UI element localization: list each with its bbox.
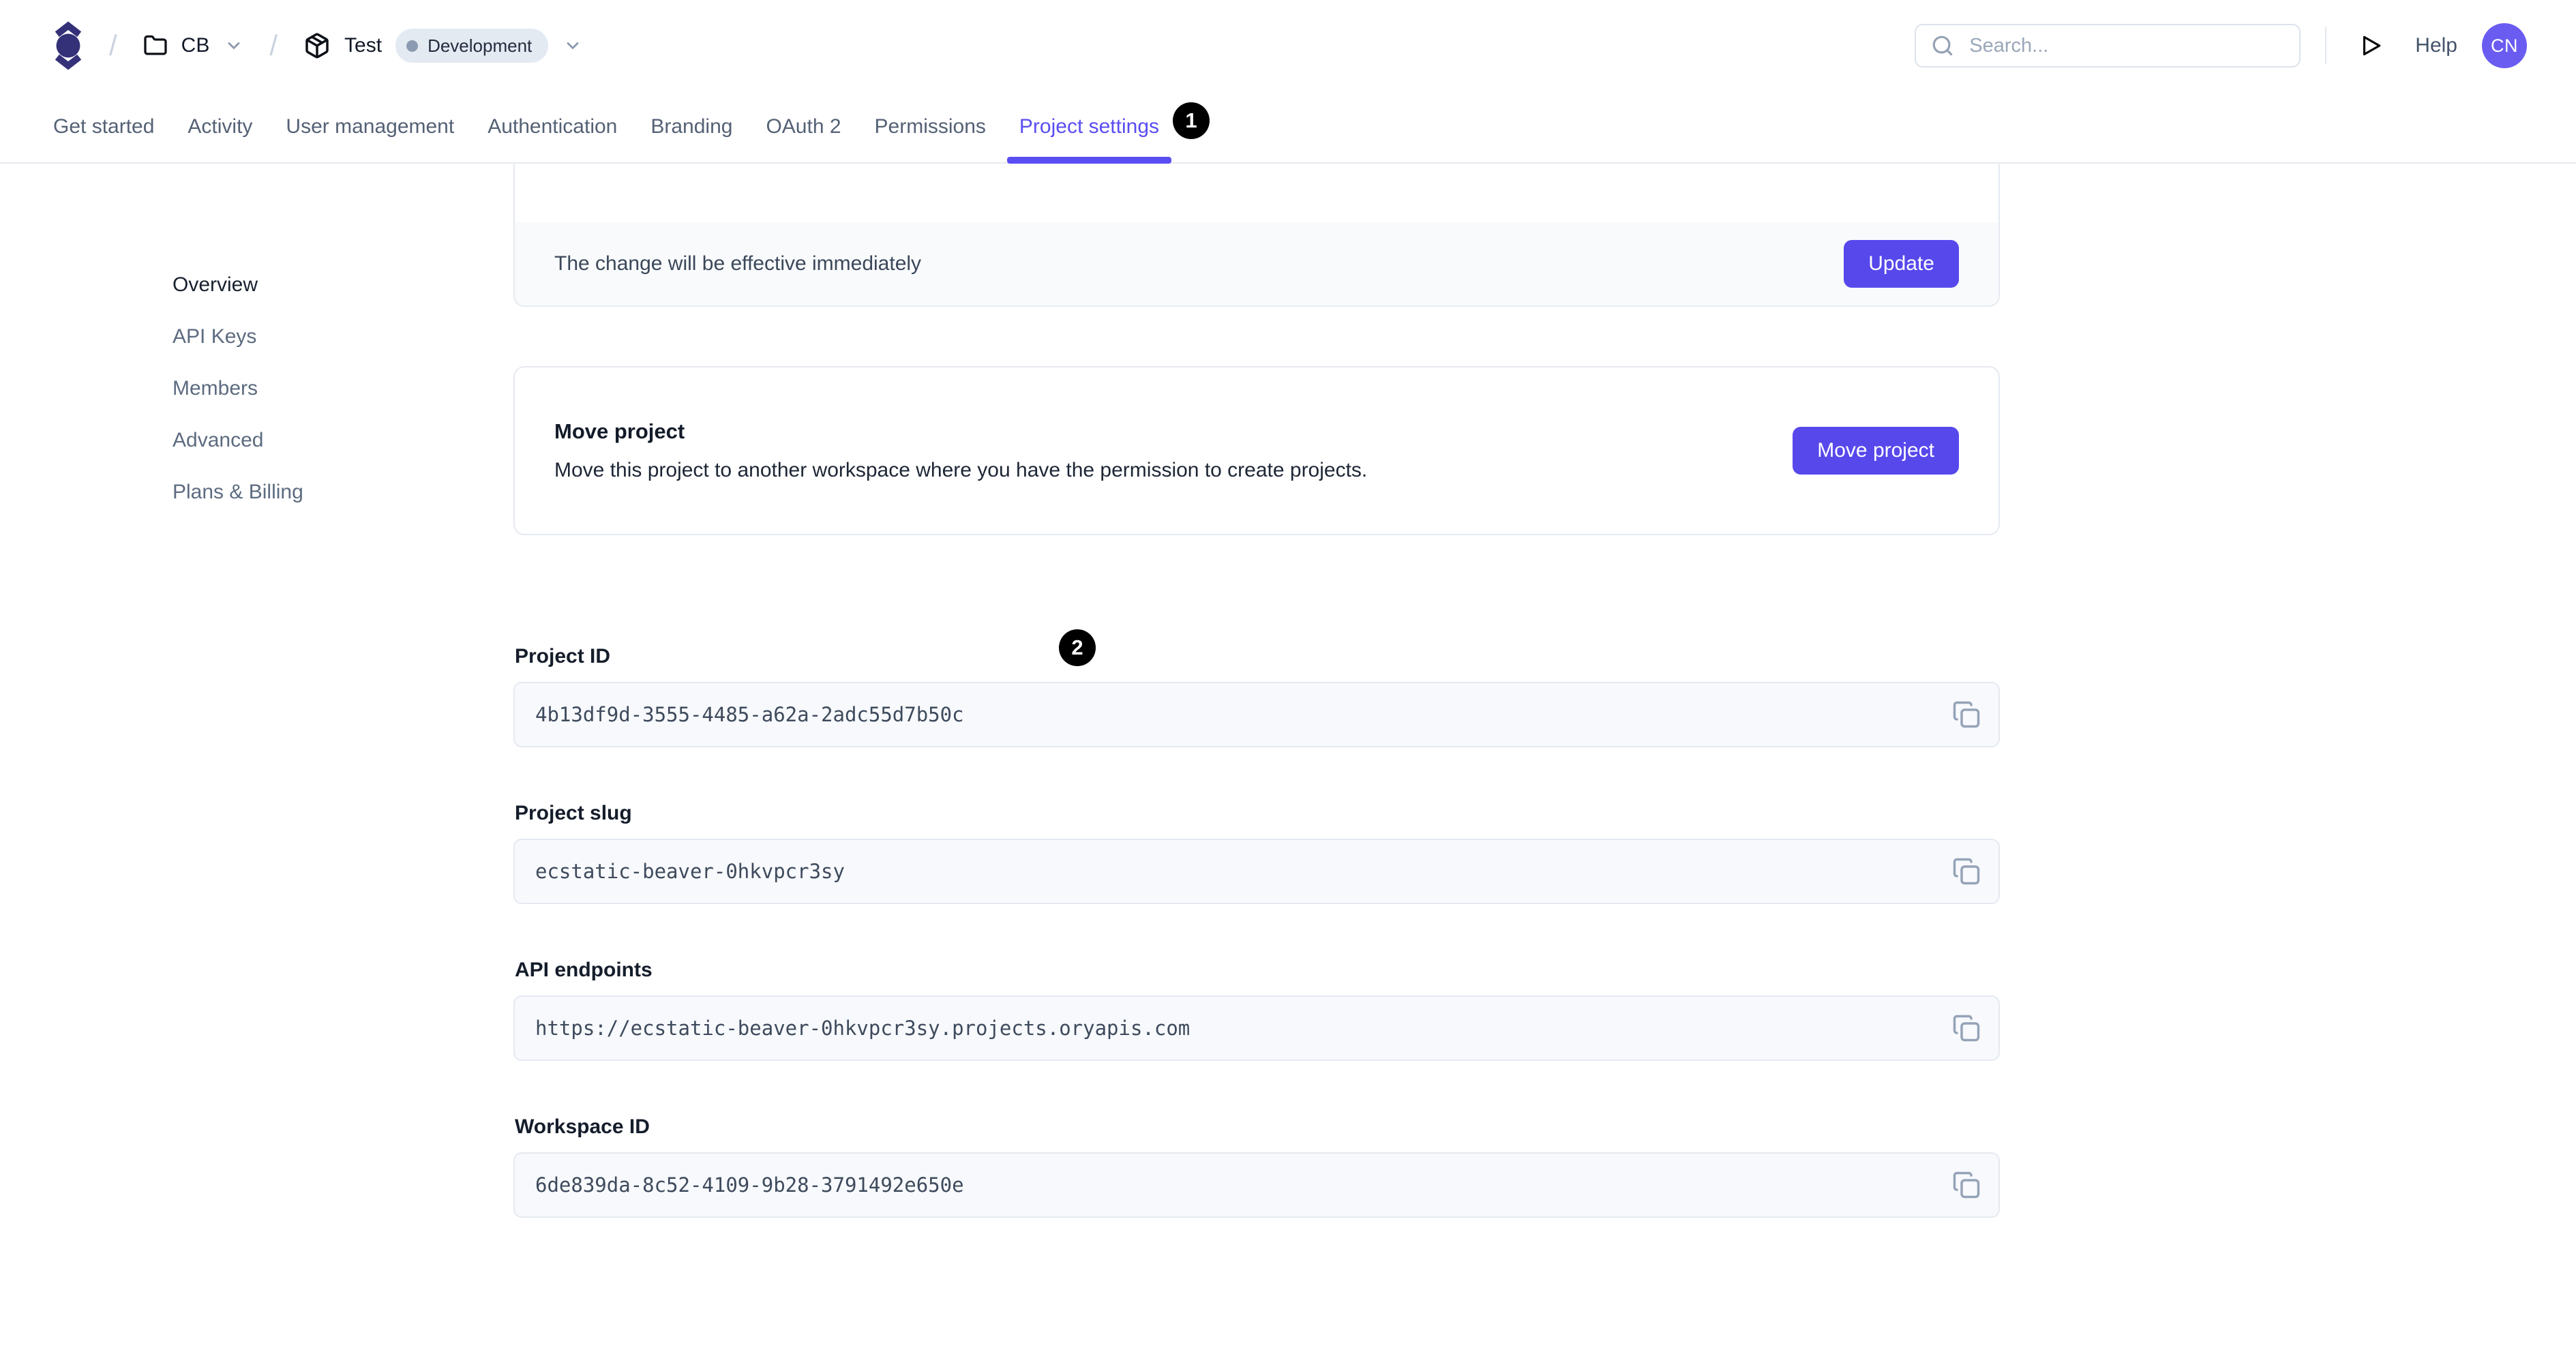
status-dot xyxy=(406,40,419,52)
settings-sidebar: Overview API Keys Members Advanced Plans… xyxy=(173,273,303,504)
folder-icon xyxy=(143,33,168,58)
breadcrumb-workspace[interactable]: CB xyxy=(143,33,244,58)
copy-icon xyxy=(1952,1014,1981,1042)
copy-button[interactable] xyxy=(1947,1008,1986,1048)
project-id-label: Project ID xyxy=(515,645,611,668)
search-icon xyxy=(1931,34,1954,57)
help-link[interactable]: Help xyxy=(2415,34,2457,57)
workspace-id-value: 6de839da-8c52-4109-9b28-3791492e650e xyxy=(535,1173,964,1197)
search-input[interactable] xyxy=(1968,33,2293,58)
breadcrumb-separator: / xyxy=(109,29,117,61)
tab-branding[interactable]: Branding xyxy=(650,91,732,162)
copy-button[interactable] xyxy=(1947,1165,1986,1205)
sidebar-item-advanced[interactable]: Advanced xyxy=(173,428,303,452)
tab-project-settings[interactable]: Project settings 1 xyxy=(1006,91,1210,164)
avatar[interactable]: CN xyxy=(2482,23,2527,68)
breadcrumb-project[interactable]: Test Development xyxy=(303,29,582,63)
top-header: / CB / Test Development Search... Help C… xyxy=(0,0,2576,91)
workspace-id-section: Workspace ID 6de839da-8c52-4109-9b28-379… xyxy=(513,1115,2000,1218)
project-nav-tabs: Get started Activity User management Aut… xyxy=(0,91,2576,164)
tab-authentication[interactable]: Authentication xyxy=(488,91,617,162)
update-button[interactable]: Update xyxy=(1844,240,1959,288)
project-id-field: 4b13df9d-3555-4485-a62a-2adc55d7b50c xyxy=(513,682,2000,747)
move-project-card: Move project Move this project to anothe… xyxy=(513,366,2000,535)
move-project-description: Move this project to another workspace w… xyxy=(554,459,1368,481)
chevron-down-icon xyxy=(563,36,582,55)
project-id-section: Project ID 4b13df9d-3555-4485-a62a-2adc5… xyxy=(513,645,2000,747)
ory-logo[interactable] xyxy=(53,18,83,73)
sidebar-item-api-keys[interactable]: API Keys xyxy=(173,325,303,348)
header-divider xyxy=(2325,27,2327,64)
sidebar-item-members[interactable]: Members xyxy=(173,376,303,400)
sidebar-item-plans-billing[interactable]: Plans & Billing xyxy=(173,480,303,504)
move-project-title: Move project xyxy=(554,419,685,443)
workspace-id-label: Workspace ID xyxy=(515,1115,650,1138)
project-slug-value: ecstatic-beaver-0hkvpcr3sy xyxy=(535,860,845,883)
environment-badge: Development xyxy=(395,29,549,63)
workspace-id-field: 6de839da-8c52-4109-9b28-3791492e650e xyxy=(513,1152,2000,1218)
project-name: Test xyxy=(344,34,383,57)
tab-label: Project settings xyxy=(1019,115,1159,138)
search-box xyxy=(1915,24,2301,68)
copy-button[interactable] xyxy=(1947,852,1986,891)
tab-user-management[interactable]: User management xyxy=(286,91,454,162)
copy-icon xyxy=(1952,1171,1981,1199)
environment-label: Development xyxy=(428,35,533,56)
copy-icon xyxy=(1952,700,1981,729)
annotation-marker-1: 1 xyxy=(1173,102,1210,139)
api-endpoints-value: https://ecstatic-beaver-0hkvpcr3sy.proje… xyxy=(535,1017,1190,1040)
api-endpoints-label: API endpoints xyxy=(515,959,653,981)
project-slug-label: Project slug xyxy=(515,802,632,824)
update-card-footer: The change will be effective immediately… xyxy=(515,222,1998,305)
update-notice-card: The change will be effective immediately… xyxy=(513,164,2000,307)
tab-get-started[interactable]: Get started xyxy=(53,91,154,162)
tab-activity[interactable]: Activity xyxy=(188,91,252,162)
breadcrumb: / CB / Test Development xyxy=(53,18,582,73)
move-project-button[interactable]: Move project xyxy=(1793,427,1959,475)
workspace-name: CB xyxy=(181,34,210,57)
copy-button[interactable] xyxy=(1947,695,1986,734)
copy-icon xyxy=(1952,857,1981,886)
move-project-text: Move project Move this project to anothe… xyxy=(554,419,1367,482)
play-icon-button[interactable] xyxy=(2358,33,2384,59)
sidebar-item-overview[interactable]: Overview xyxy=(173,273,303,297)
header-actions: Help CN xyxy=(1915,23,2527,68)
package-icon xyxy=(303,32,331,59)
update-notice-text: The change will be effective immediately xyxy=(554,252,922,275)
breadcrumb-separator: / xyxy=(269,29,278,61)
project-slug-field: ecstatic-beaver-0hkvpcr3sy xyxy=(513,839,2000,904)
project-slug-section: Project slug ecstatic-beaver-0hkvpcr3sy xyxy=(513,802,2000,904)
chevron-down-icon xyxy=(224,36,243,55)
main-area: Overview API Keys Members Advanced Plans… xyxy=(0,164,2576,1364)
project-id-value: 4b13df9d-3555-4485-a62a-2adc55d7b50c xyxy=(535,703,964,726)
tab-oauth2[interactable]: OAuth 2 xyxy=(766,91,841,162)
tab-permissions[interactable]: Permissions xyxy=(875,91,986,162)
api-endpoints-field: https://ecstatic-beaver-0hkvpcr3sy.proje… xyxy=(513,995,2000,1061)
api-endpoints-section: API endpoints https://ecstatic-beaver-0h… xyxy=(513,959,2000,1061)
